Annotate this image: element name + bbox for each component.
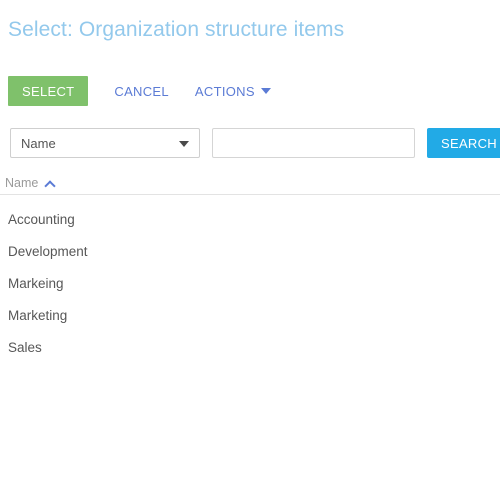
table-body: Accounting Development Markeing Marketin… [0, 195, 500, 363]
actions-menu-button[interactable]: ACTIONS [195, 76, 271, 106]
cell-name: Sales [8, 339, 42, 355]
results-table: Name Accounting Development Markeing Mar… [0, 172, 500, 363]
search-input[interactable] [212, 128, 415, 158]
cancel-button[interactable]: CANCEL [114, 76, 169, 106]
toolbar: SELECT CANCEL ACTIONS [8, 76, 271, 106]
select-button[interactable]: SELECT [8, 76, 89, 106]
caret-down-icon [179, 141, 189, 147]
search-field-select-value: Name [21, 135, 56, 151]
column-header-name[interactable]: Name [5, 176, 38, 190]
table-header-row: Name [0, 172, 500, 195]
cell-name: Markeing [8, 275, 64, 291]
table-row[interactable]: Accounting [0, 203, 500, 235]
table-row[interactable]: Development [0, 235, 500, 267]
search-button[interactable]: SEARCH [427, 128, 500, 158]
cell-name: Development [8, 243, 88, 259]
cell-name: Accounting [8, 211, 75, 227]
chevron-up-icon[interactable] [46, 179, 55, 188]
actions-menu-label: ACTIONS [194, 83, 255, 99]
table-row[interactable]: Marketing [0, 299, 500, 331]
caret-down-icon [260, 88, 271, 94]
search-row: Name SEARCH [10, 128, 500, 158]
cancel-button-label: CANCEL [114, 83, 169, 99]
select-organization-dialog: Select: Organization structure items SEL… [0, 0, 500, 500]
page-title: Select: Organization structure items [8, 18, 345, 41]
table-row[interactable]: Sales [0, 331, 500, 363]
search-field-select[interactable]: Name [10, 128, 200, 158]
cell-name: Marketing [8, 307, 68, 323]
table-row[interactable]: Markeing [0, 267, 500, 299]
